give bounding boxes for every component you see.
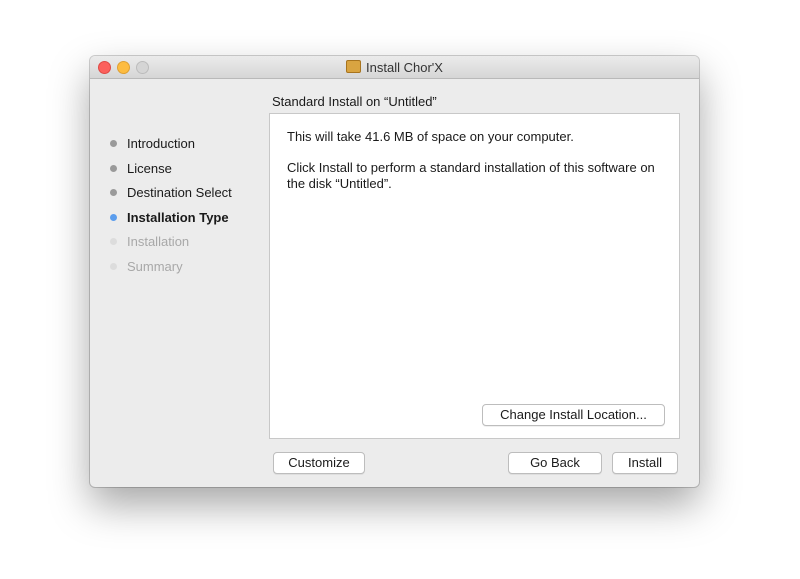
content-panel: This will take 41.6 MB of space on your …	[269, 113, 680, 439]
step-label: Destination Select	[127, 185, 232, 200]
step-label: Summary	[127, 259, 183, 274]
step-label: Introduction	[127, 136, 195, 151]
go-back-button[interactable]: Go Back	[508, 452, 602, 474]
step-dot-icon	[110, 140, 117, 147]
space-required-text: This will take 41.6 MB of space on your …	[287, 129, 574, 144]
step-dot-icon	[110, 165, 117, 172]
step-label: License	[127, 161, 172, 176]
step-dot-icon	[110, 214, 117, 221]
installer-window: Install Chor'X Introduction License Dest…	[90, 56, 699, 487]
page-heading: Standard Install on “Untitled”	[272, 94, 437, 109]
package-icon	[346, 60, 362, 73]
step-dot-icon	[110, 238, 117, 245]
change-install-location-button[interactable]: Change Install Location...	[482, 404, 665, 426]
step-label: Installation	[127, 234, 190, 249]
step-dot-icon	[110, 263, 117, 270]
install-button[interactable]: Install	[612, 452, 678, 474]
window-title-text: Install Chor'X	[366, 60, 443, 75]
title-bar[interactable]: Install Chor'X	[90, 56, 699, 79]
step-label: Installation Type	[127, 210, 229, 225]
window-title: Install Chor'X	[90, 60, 699, 75]
instruction-text: Click Install to perform a standard inst…	[287, 160, 655, 191]
step-dot-icon	[110, 189, 117, 196]
customize-button[interactable]: Customize	[273, 452, 365, 474]
